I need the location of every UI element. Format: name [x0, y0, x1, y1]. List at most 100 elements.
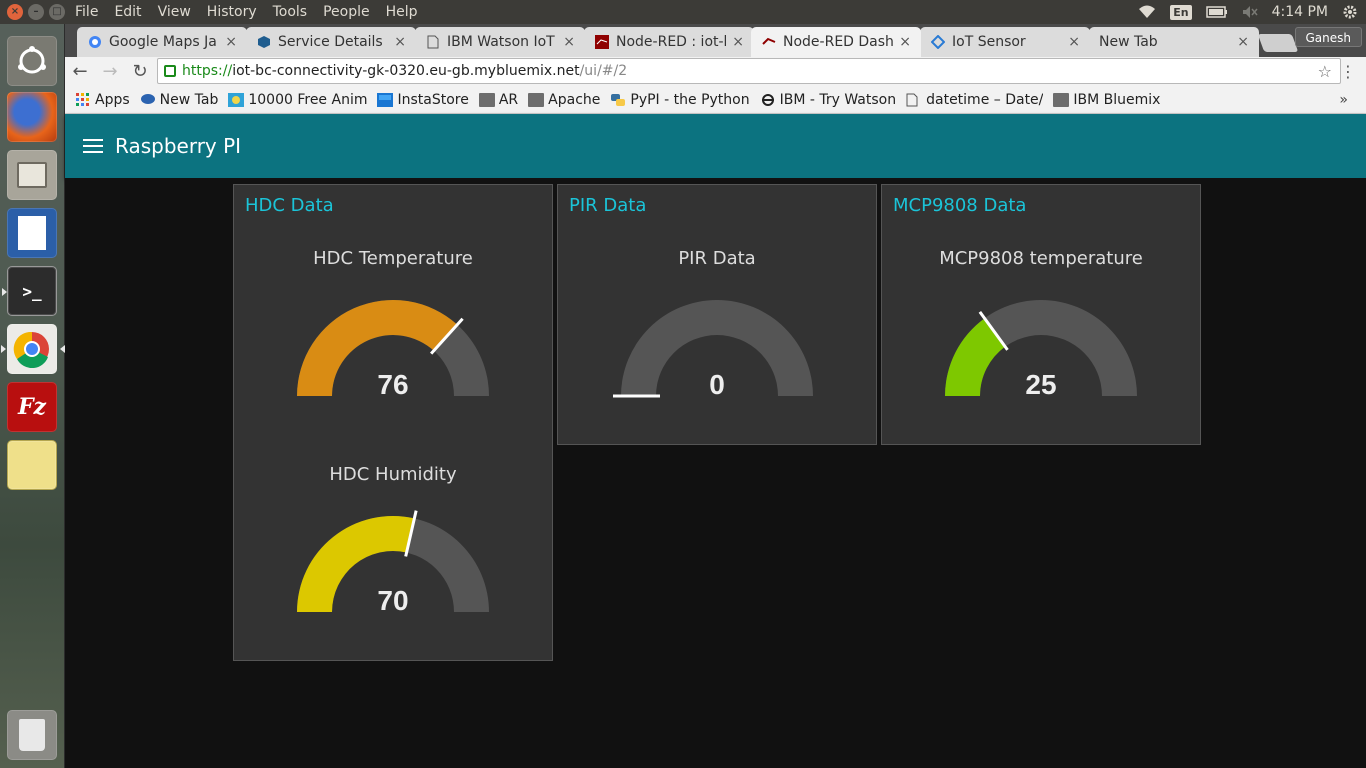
- tab-close-icon[interactable]: ×: [899, 34, 911, 50]
- tab-node-red-editor[interactable]: Node-RED : iot-b ×: [584, 27, 754, 57]
- page-icon: [425, 34, 441, 50]
- dashboard-header: Raspberry PI: [65, 114, 1366, 178]
- tab-google-maps[interactable]: Google Maps Ja ×: [77, 27, 247, 57]
- menu-tools[interactable]: Tools: [265, 4, 316, 20]
- keyboard-layout-indicator[interactable]: En: [1170, 4, 1192, 20]
- tab-close-icon[interactable]: ×: [1068, 34, 1080, 50]
- gauge-title: MCP9808 temperature: [939, 248, 1143, 269]
- url-host: iot-bc-connectivity-gk-0320.eu-gb.myblue…: [232, 63, 580, 79]
- node-red-icon: [761, 34, 777, 50]
- menu-file[interactable]: File: [67, 4, 106, 20]
- iot-icon: [930, 34, 946, 50]
- tab-close-icon[interactable]: ×: [1237, 34, 1249, 50]
- trash-icon[interactable]: [7, 710, 57, 760]
- bookmark-label: Apps: [95, 91, 130, 108]
- folder-icon: [528, 92, 545, 107]
- bookmark-folder-ar[interactable]: AR: [478, 91, 519, 108]
- gauge-title: PIR Data: [678, 248, 756, 269]
- bookmark-label: AR: [498, 91, 519, 108]
- menu-view[interactable]: View: [150, 4, 199, 20]
- firefox-icon[interactable]: [7, 92, 57, 142]
- battery-icon[interactable]: [1205, 6, 1228, 18]
- forward-arrow-icon[interactable]: →: [95, 61, 125, 82]
- terminal-icon[interactable]: >_: [2, 266, 57, 316]
- gauge-svg: 25oC1060: [945, 300, 1137, 400]
- wifi-icon[interactable]: [1138, 5, 1156, 19]
- files-icon[interactable]: [7, 150, 57, 200]
- tab-iot-sensor[interactable]: IoT Sensor ×: [920, 27, 1090, 57]
- filezilla-icon[interactable]: Fz: [7, 382, 57, 432]
- gauge-value: 76: [377, 369, 408, 400]
- gauge-title: HDC Humidity: [329, 464, 457, 485]
- tab-close-icon[interactable]: ×: [563, 34, 575, 50]
- tab-label: IoT Sensor: [952, 34, 1026, 50]
- secure-lock-icon: [164, 65, 176, 77]
- bookmark-new-tab[interactable]: New Tab: [140, 91, 219, 108]
- settings-gear-icon[interactable]: [1342, 4, 1358, 20]
- tab-strip: Google Maps Ja × Service Details · × IBM…: [65, 24, 1366, 57]
- menu-edit[interactable]: Edit: [106, 4, 149, 20]
- bookmark-label: 10000 Free Anim: [248, 91, 368, 108]
- new-tab-button[interactable]: [1257, 34, 1299, 52]
- reload-icon[interactable]: ↻: [125, 61, 155, 82]
- bookmark-star-icon[interactable]: ☆: [1318, 62, 1332, 81]
- tab-node-red-dashboard[interactable]: Node-RED Dash ×: [751, 27, 921, 57]
- bookmark-instastore[interactable]: InstaStore: [377, 92, 469, 108]
- volume-muted-icon[interactable]: [1242, 5, 1258, 19]
- bookmarks-bar: Apps New Tab 10000 Free Anim InstaStore …: [65, 86, 1366, 114]
- tab-close-icon[interactable]: ×: [394, 34, 406, 50]
- window-maximize-button[interactable]: □: [49, 4, 65, 20]
- bookmark-label: Apache: [548, 91, 601, 108]
- gauge-mcp9808-temperature: 25oC1060 MCP9808 temperature: [882, 185, 1200, 401]
- group-pir-data: PIR Data 001 PIR Data: [557, 184, 877, 445]
- ubuntu-dash-icon[interactable]: [7, 36, 57, 86]
- clock[interactable]: 4:14 PM: [1272, 4, 1328, 20]
- window-close-button[interactable]: ×: [7, 4, 23, 20]
- tab-label: Google Maps Ja: [109, 34, 217, 50]
- tab-service-details[interactable]: Service Details · ×: [246, 27, 416, 57]
- address-bar[interactable]: https://iot-bc-connectivity-gk-0320.eu-g…: [157, 58, 1341, 84]
- google-maps-icon: [87, 34, 103, 50]
- menu-people[interactable]: People: [315, 4, 378, 20]
- sticky-notes-icon[interactable]: [7, 440, 57, 490]
- bookmarks-overflow-button[interactable]: »: [1339, 92, 1348, 108]
- tab-label: New Tab: [1099, 34, 1158, 50]
- app-menu: File Edit View History Tools People Help: [67, 4, 426, 20]
- gauge-pir-data: 001 PIR Data: [558, 185, 876, 401]
- menu-help[interactable]: Help: [378, 4, 426, 20]
- gauge-value: 70: [377, 585, 408, 616]
- tab-ibm-watson-iot[interactable]: IBM Watson IoT ×: [415, 27, 585, 57]
- bookmark-folder-ibm-bluemix[interactable]: IBM Bluemix: [1053, 92, 1160, 108]
- gauge-svg: 001: [613, 300, 813, 400]
- window-minimize-button[interactable]: –: [28, 4, 44, 20]
- bookmark-pypi[interactable]: PyPI - the Python: [610, 91, 750, 108]
- gauge-svg: 76oC10100: [297, 300, 489, 400]
- bookmark-label: PyPI - the Python: [630, 91, 750, 108]
- writer-document-icon[interactable]: [7, 208, 57, 258]
- gauge-svg: 70%rH30100: [297, 510, 489, 616]
- bookmark-ibm-watson[interactable]: IBM - Try Watson: [760, 92, 896, 108]
- browser-menu-icon[interactable]: ⋮: [1340, 62, 1356, 81]
- menu-history[interactable]: History: [199, 4, 265, 20]
- tab-close-icon[interactable]: ×: [225, 34, 237, 50]
- page-icon: [906, 93, 918, 106]
- tab-new-tab[interactable]: New Tab ×: [1089, 27, 1259, 57]
- bookmark-label: New Tab: [159, 91, 219, 108]
- folder-icon: [478, 92, 495, 107]
- bookmark-free-animations[interactable]: 10000 Free Anim: [228, 92, 367, 108]
- tab-label: Service Details ·: [278, 34, 389, 50]
- bookmark-apps[interactable]: Apps: [75, 92, 130, 108]
- tab-close-icon[interactable]: ×: [732, 34, 744, 50]
- tab-label: Node-RED Dash: [783, 34, 894, 50]
- instastore-icon: [377, 92, 394, 107]
- profile-button[interactable]: Ganesh: [1294, 27, 1362, 47]
- menu-hamburger-icon[interactable]: [83, 139, 103, 153]
- dashboard-content: HDC Data 76oC10100 HDC Temperature 70%rH…: [65, 178, 1366, 768]
- chrome-icon[interactable]: [1, 324, 65, 374]
- bookmark-folder-apache[interactable]: Apache: [528, 92, 600, 108]
- browser-toolbar: ← → ↻ https://iot-bc-connectivity-gk-032…: [65, 57, 1366, 86]
- bookmark-datetime[interactable]: datetime – Date/: [906, 92, 1043, 108]
- tata-icon: [140, 93, 155, 104]
- back-arrow-icon[interactable]: ←: [65, 61, 95, 82]
- gauge-title: HDC Temperature: [313, 248, 473, 269]
